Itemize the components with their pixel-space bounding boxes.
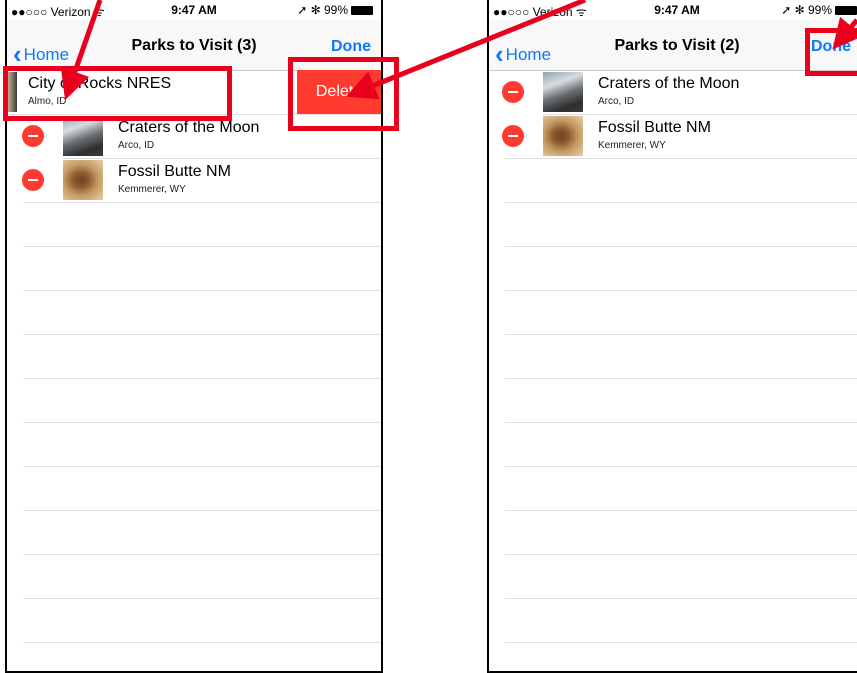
highlight-swiped-row — [3, 66, 232, 121]
battery-icon — [351, 6, 373, 15]
status-bar: ●●○○○ Verizon ᯤ 9:47 AM ➚ ✻ 99% — [489, 0, 857, 20]
delete-minus-icon[interactable] — [22, 125, 44, 147]
battery-icon — [835, 6, 857, 15]
row-title: Fossil Butte NM — [598, 119, 711, 136]
highlight-delete-button — [288, 57, 399, 131]
craters-thumbnail — [63, 116, 103, 156]
battery-status: ➚ ✻ 99% — [781, 3, 857, 17]
phone-screen-after: ●●○○○ Verizon ᯤ 9:47 AM ➚ ✻ 99% ‹ Home Pa… — [487, 0, 857, 673]
row-title: Craters of the Moon — [598, 75, 740, 92]
craters-thumbnail — [543, 72, 583, 112]
row-subtitle: Arco, ID — [598, 96, 635, 107]
highlight-done-button — [805, 28, 857, 76]
fossil-thumbnail — [63, 160, 103, 200]
page-title: Parks to Visit (3) — [131, 37, 257, 54]
battery-status: ➚ ✻ 99% — [297, 3, 373, 17]
list-item[interactable]: Fossil Butte NM Kemmerer, WY — [7, 158, 381, 202]
battery-label: ➚ ✻ 99% — [297, 3, 348, 17]
row-title: Craters of the Moon — [118, 119, 260, 136]
status-bar: ●●○○○ Verizon ᯤ 9:47 AM ➚ ✻ 99% — [7, 0, 381, 20]
done-button[interactable]: Done — [331, 38, 371, 56]
page-title: Parks to Visit (2) — [614, 37, 740, 54]
row-subtitle: Kemmerer, WY — [118, 184, 186, 195]
row-subtitle: Arco, ID — [118, 140, 155, 151]
list-item[interactable]: Fossil Butte NM Kemmerer, WY — [489, 114, 857, 158]
row-subtitle: Kemmerer, WY — [598, 140, 666, 151]
delete-minus-icon[interactable] — [502, 125, 524, 147]
navigation-bar: ‹ Home Parks to Visit (2) Done — [489, 20, 857, 71]
list-item[interactable]: Craters of the Moon Arco, ID — [489, 70, 857, 114]
fossil-thumbnail — [543, 116, 583, 156]
delete-minus-icon[interactable] — [22, 169, 44, 191]
delete-minus-icon[interactable] — [502, 81, 524, 103]
battery-label: ➚ ✻ 99% — [781, 3, 832, 17]
row-title: Fossil Butte NM — [118, 163, 231, 180]
